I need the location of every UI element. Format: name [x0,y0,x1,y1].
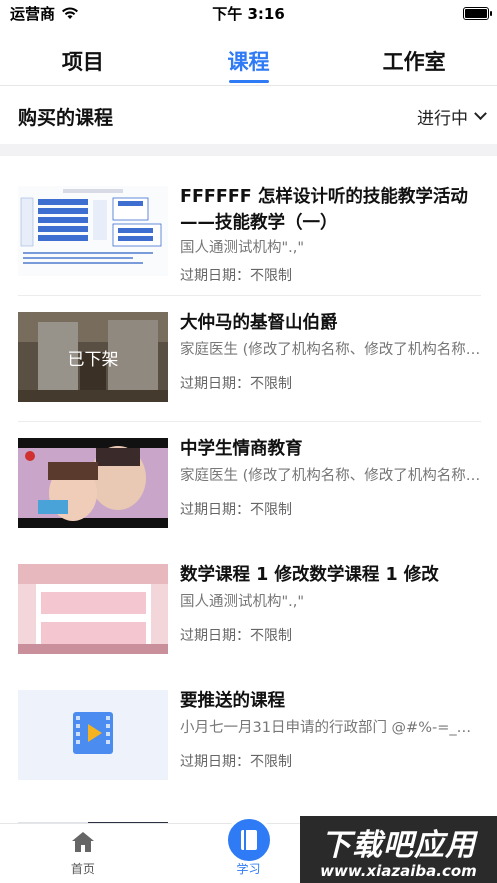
course-item[interactable]: FFFFFF 怎样设计听的技能教学活动——技能教学（一） 国人通测试机构".,"… [0,170,497,296]
course-org: 国人通测试机构".," [180,594,305,610]
course-title: FFFFFF 怎样设计听的技能教学活动——技能教学（一） [180,187,468,233]
course-title: 大仲马的基督山伯爵 [180,313,338,333]
course-expire: 过期日期：不限制 [180,376,292,392]
course-org: 家庭医生 (修改了机构名称、修改了机构名称… [180,468,481,484]
study-tab-circle [224,816,273,864]
course-org: 国人通测试机构".," [180,240,305,256]
course-org: 家庭医生 (修改了机构名称、修改了机构名称… [180,342,481,358]
course-title: 中学生情商教育 [180,439,303,459]
course-thumbnail [18,186,168,276]
top-tab-bar: 项目 课程 工作室 [0,40,497,86]
course-expire: 过期日期：不限制 [180,628,292,644]
section-header: 购买的课程 进行中 [0,88,497,144]
course-expire: 过期日期：不限制 [180,754,292,770]
course-item[interactable]: 要推送的课程 小月七一月31日申请的行政部门 @#%-=_~[];… 过期日期：… [0,674,497,800]
course-item[interactable]: 数学课程 1 修改数学课程 1 修改 国人通测试机构".," 过期日期：不限制 [0,548,497,674]
status-filter-dropdown[interactable]: 进行中 [417,104,487,129]
filter-label: 进行中 [417,108,468,129]
course-expire: 过期日期：不限制 [180,268,292,284]
course-thumbnail [18,690,168,780]
course-expire: 过期日期：不限制 [180,502,292,518]
nav-home[interactable]: 首页 [0,824,166,883]
course-title: 数学课程 1 修改数学课程 1 修改 [180,565,439,585]
course-org: 小月七一月31日申请的行政部门 @#%-=_~[];… [180,720,481,736]
tab-projects[interactable]: 项目 [0,40,166,85]
wifi-icon [62,7,79,19]
book-icon [240,830,257,850]
course-item[interactable]: 中学生情商教育 家庭医生 (修改了机构名称、修改了机构名称… 过期日期：不限制 [0,422,497,548]
watermark-logo: 下载吧应用 www.xiazaiba.com [300,816,497,883]
course-thumbnail: 已下架 [18,312,168,402]
home-icon [71,832,94,852]
offline-badge: 已下架 [18,312,168,402]
course-title: 要推送的课程 [180,691,285,711]
carrier-label: 运营商 [10,4,56,23]
course-list: FFFFFF 怎样设计听的技能教学活动——技能教学（一） 国人通测试机构".,"… [0,170,497,840]
course-thumbnail [18,564,168,654]
divider [0,144,497,156]
course-thumbnail [18,438,168,528]
tab-courses[interactable]: 课程 [166,40,332,85]
tab-studio[interactable]: 工作室 [331,40,497,85]
page-title: 购买的课程 [18,106,114,129]
nav-home-label: 首页 [70,862,95,876]
battery-icon [463,6,492,20]
chevron-down-icon [474,106,487,120]
course-item[interactable]: 已下架 大仲马的基督山伯爵 家庭医生 (修改了机构名称、修改了机构名称… 过期日… [0,296,497,422]
status-bar: 运营商 下午 3:16 [0,0,497,26]
